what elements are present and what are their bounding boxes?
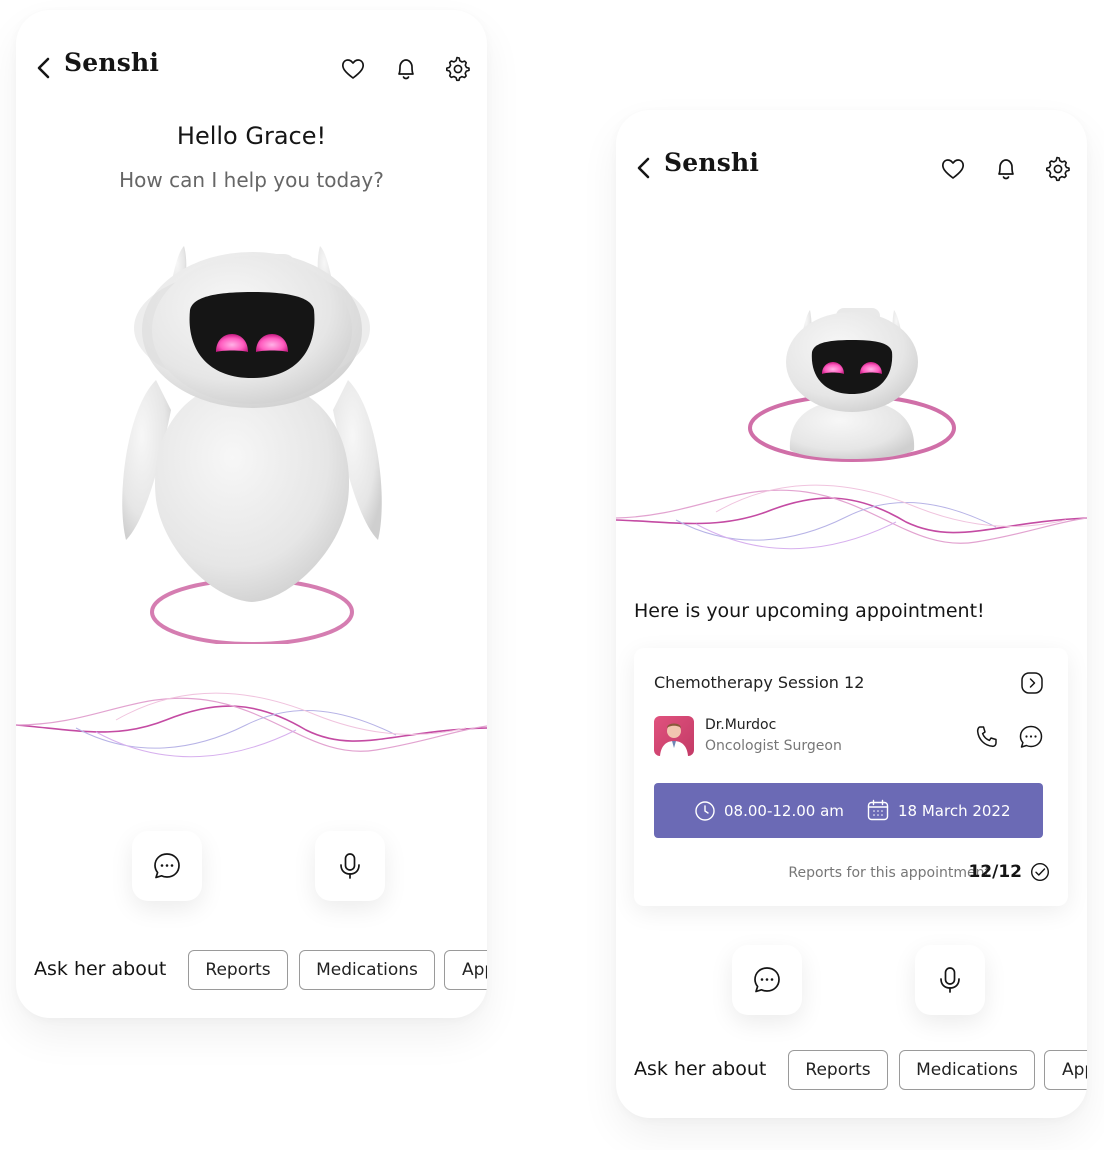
ask-label: Ask her about xyxy=(634,1058,767,1080)
app-header: Senshi xyxy=(616,110,1087,230)
chat-button[interactable] xyxy=(132,831,202,901)
message-icon[interactable] xyxy=(1018,724,1044,750)
arrow-right-icon[interactable] xyxy=(1020,671,1044,695)
bell-icon[interactable] xyxy=(993,156,1019,182)
appointment-heading: Here is your upcoming appointment! xyxy=(634,600,985,622)
voice-waveform xyxy=(616,484,1087,550)
home-screen: Senshi Hello Grace! How can I help you t… xyxy=(16,10,487,1018)
reports-count: 12/12 xyxy=(968,862,1022,882)
greeting: Hello Grace! xyxy=(176,122,327,150)
robot-illustration xyxy=(748,308,956,462)
clock-icon xyxy=(695,801,715,821)
ask-her-about-row: Ask her about Reports Medications Appoin… xyxy=(616,1048,1087,1092)
robot-illustration xyxy=(122,246,382,644)
voice-waveform xyxy=(16,692,487,758)
gear-icon[interactable] xyxy=(1045,156,1071,182)
subgreeting: How can I help you today? xyxy=(119,168,384,192)
appointment-title: Chemotherapy Session 12 xyxy=(654,673,865,692)
chat-icon xyxy=(154,853,180,879)
appointment-time-bar: 08.00-12.00 am 18 March 2022 xyxy=(654,783,1043,838)
app-title: Senshi xyxy=(64,48,160,77)
chat-button[interactable] xyxy=(732,945,802,1015)
bell-icon[interactable] xyxy=(393,56,419,82)
heart-icon[interactable] xyxy=(940,156,966,182)
ask-her-about-row: Ask her about Reports Medications Appoin… xyxy=(16,948,487,992)
chat-icon xyxy=(754,967,780,993)
appointment-screen: Senshi Here is your upcoming appointment… xyxy=(616,110,1087,1118)
reports-label: Reports for this appointment xyxy=(788,865,990,881)
chip-appointments[interactable]: Appointments xyxy=(444,950,487,990)
appointment-date: 18 March 2022 xyxy=(898,802,1011,820)
heart-icon[interactable] xyxy=(340,56,366,82)
doctor-avatar xyxy=(654,716,694,756)
app-title: Senshi xyxy=(664,148,760,177)
chip-appointments[interactable]: Appointments xyxy=(1044,1050,1087,1090)
doctor-role: Oncologist Surgeon xyxy=(705,738,842,754)
chip-reports[interactable]: Reports xyxy=(788,1050,888,1090)
back-icon[interactable] xyxy=(632,154,656,182)
app-header: Senshi xyxy=(16,10,487,130)
mic-button[interactable] xyxy=(915,945,985,1015)
chip-medications[interactable]: Medications xyxy=(899,1050,1035,1090)
doctor-name: Dr.Murdoc xyxy=(705,717,777,733)
chip-reports[interactable]: Reports xyxy=(188,950,288,990)
gear-icon[interactable] xyxy=(445,56,471,82)
mic-icon xyxy=(340,853,360,879)
check-icon xyxy=(1030,862,1050,882)
ask-label: Ask her about xyxy=(34,958,167,980)
appointment-time: 08.00-12.00 am xyxy=(724,802,844,820)
back-icon[interactable] xyxy=(32,54,56,82)
mic-button[interactable] xyxy=(315,831,385,901)
appointment-card[interactable]: Chemotherapy Session 12 Dr.Murdoc Oncolo… xyxy=(634,648,1068,906)
chip-medications[interactable]: Medications xyxy=(299,950,435,990)
mic-icon xyxy=(940,967,960,993)
phone-icon[interactable] xyxy=(974,724,1000,750)
calendar-icon xyxy=(867,799,889,821)
